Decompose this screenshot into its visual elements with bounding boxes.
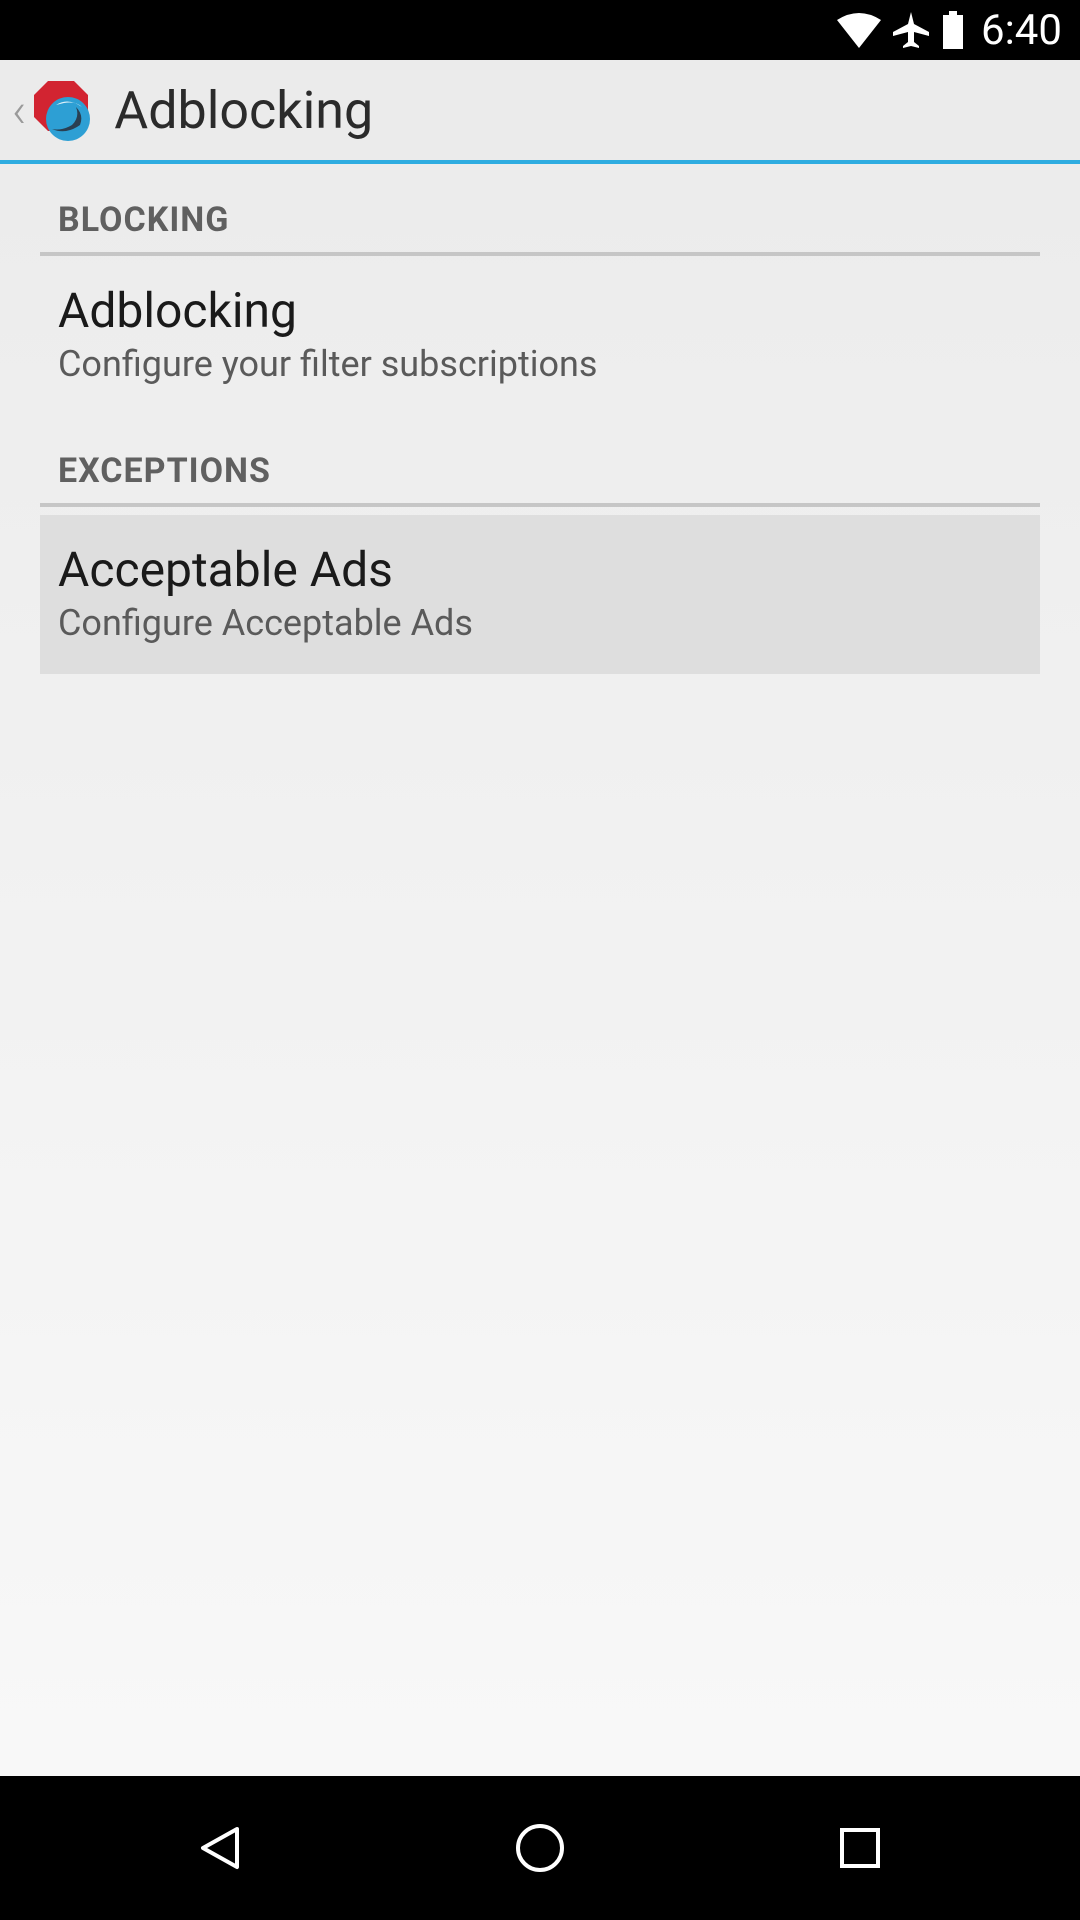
- list-item-subtitle: Configure your filter subscriptions: [58, 343, 1022, 385]
- section-header-exceptions: EXCEPTIONS: [40, 415, 1040, 507]
- airplane-icon: [891, 10, 931, 50]
- list-item-adblocking[interactable]: Adblocking Configure your filter subscri…: [40, 256, 1040, 415]
- wifi-icon: [837, 12, 881, 48]
- content-area: BLOCKING Adblocking Configure your filte…: [0, 164, 1080, 1776]
- back-button[interactable]: ‹: [8, 77, 114, 143]
- section-header-blocking: BLOCKING: [40, 164, 1040, 256]
- navigation-bar: [0, 1776, 1080, 1920]
- list-item-subtitle: Configure Acceptable Ads: [58, 602, 1022, 644]
- status-bar: 6:40: [0, 0, 1080, 60]
- app-bar: ‹ Adblocking: [0, 60, 1080, 164]
- status-time: 6:40: [981, 6, 1062, 55]
- list-item-acceptable-ads[interactable]: Acceptable Ads Configure Acceptable Ads: [40, 515, 1040, 674]
- app-icon: [28, 77, 94, 143]
- page-title: Adblocking: [114, 80, 373, 141]
- nav-recent-button[interactable]: [825, 1813, 895, 1883]
- back-chevron-icon: ‹: [12, 82, 26, 139]
- list-item-title: Adblocking: [58, 282, 1022, 339]
- nav-home-button[interactable]: [505, 1813, 575, 1883]
- nav-back-button[interactable]: [185, 1813, 255, 1883]
- list-item-title: Acceptable Ads: [58, 541, 1022, 598]
- battery-icon: [941, 11, 965, 49]
